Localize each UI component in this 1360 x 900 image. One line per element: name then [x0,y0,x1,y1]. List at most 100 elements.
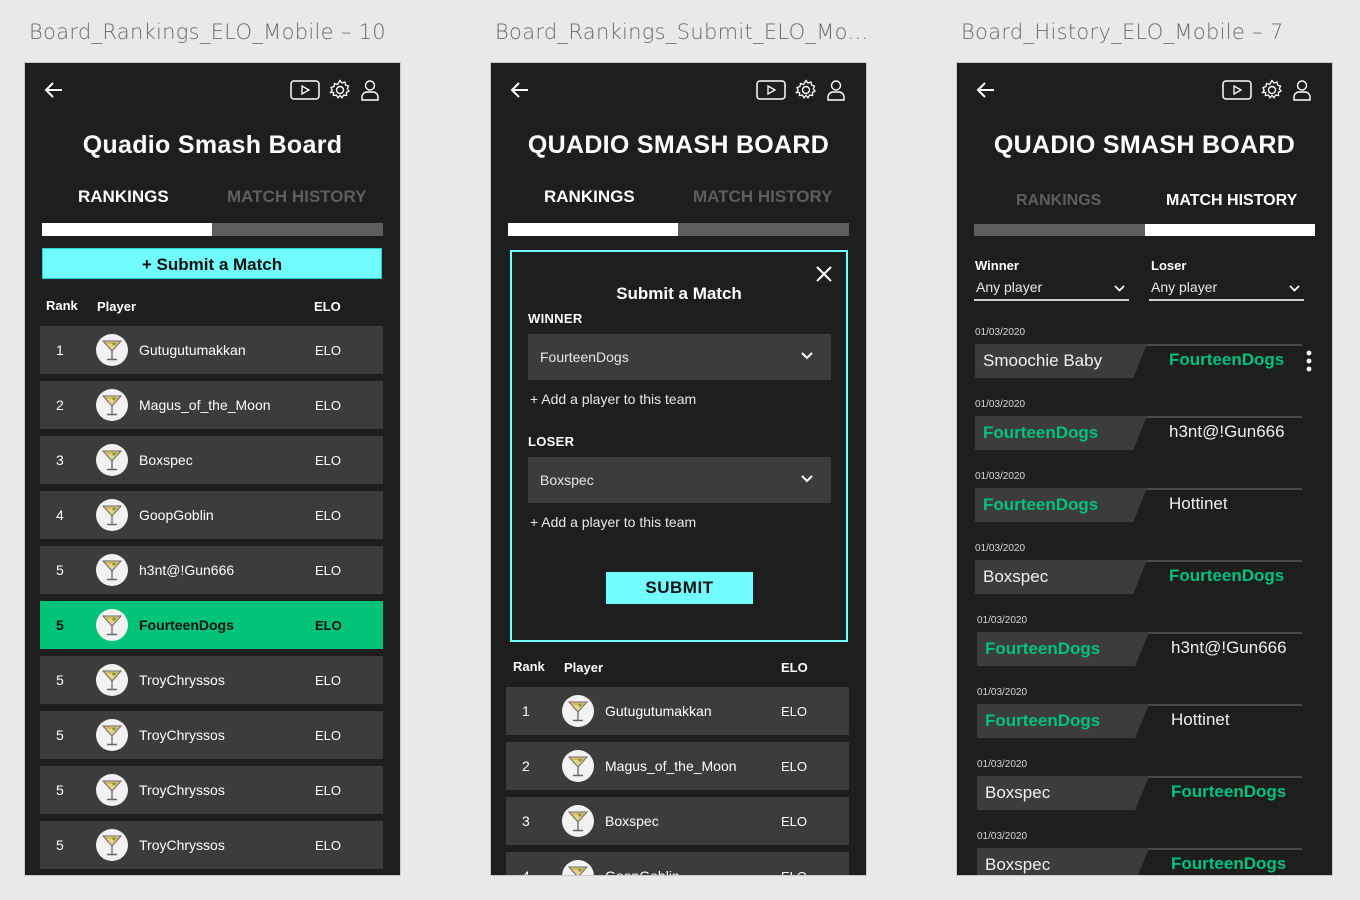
ranking-row[interactable]: 5 TroyChryssos ELO [40,711,383,759]
gear-icon[interactable] [1261,79,1283,101]
match-row[interactable]: FourteenDogs h3nt@!Gun666 [975,416,1302,450]
app-title: QUADIO SMASH BOARD [527,131,830,159]
chevron-down-icon [801,475,813,483]
user-icon[interactable] [360,79,380,101]
add-loser-player-link[interactable]: + Add a player to this team [530,514,696,530]
winner-select[interactable]: FourteenDogs [528,334,831,380]
elo-value: ELO [315,838,342,853]
gear-icon[interactable] [795,79,817,101]
player-name: TroyChryssos [139,837,225,853]
player-name: GoopGoblin [139,507,214,523]
elo-value: ELO [315,563,342,578]
rank-value: 3 [56,452,64,468]
tab-match-history[interactable]: MATCH HISTORY [693,187,832,207]
match-right-player: FourteenDogs [1169,566,1285,585]
ranking-row[interactable]: 2 Magus_of_the_Moon ELO [506,742,849,790]
elo-value: ELO [781,869,807,875]
match-left-player: FourteenDogs [985,639,1101,658]
avatar [96,719,128,751]
loser-filter-select[interactable]: Any player [1149,279,1304,301]
rank-value: 5 [56,562,64,578]
match-row[interactable]: FourteenDogs h3nt@!Gun666 [977,632,1302,666]
match-date: 01/03/2020 [975,399,1026,410]
elo-value: ELO [315,783,342,798]
ranking-row[interactable]: 5 TroyChryssos ELO [40,766,383,814]
tab-rankings[interactable]: RANKINGS [78,187,169,207]
match-row[interactable]: Boxspec FourteenDogs [977,776,1302,810]
avatar [96,389,128,421]
elo-header: ELO [314,299,341,314]
match-right-player: h3nt@!Gun666 [1171,638,1287,657]
rank-value: 5 [56,672,64,688]
back-arrow-icon[interactable] [509,79,531,101]
match-history-screen: QUADIO SMASH BOARD RANKINGS MATCH HISTOR… [956,62,1333,876]
gear-icon[interactable] [329,79,351,101]
loser-select[interactable]: Boxspec [528,457,831,503]
match-date: 01/03/2020 [975,471,1026,482]
match-left-player: Boxspec [985,783,1051,802]
rankings-screen: Quadio Smash Board RANKINGS MATCH HISTOR… [24,62,401,876]
winner-filter-select[interactable]: Any player [974,279,1129,301]
avatar [96,334,128,366]
ranking-row[interactable]: 3 Boxspec ELO [40,436,383,484]
ranking-row[interactable]: 5 TroyChryssos ELO [40,821,383,869]
modal-title: Submit a Match [616,284,742,303]
add-winner-player-link[interactable]: + Add a player to this team [530,391,696,407]
back-arrow-icon[interactable] [975,79,997,101]
match-row[interactable]: Boxspec FourteenDogs [977,848,1302,875]
ranking-row[interactable]: 5 h3nt@!Gun666 ELO [40,546,383,594]
app-title: QUADIO SMASH BOARD [993,131,1296,159]
back-arrow-icon[interactable] [43,79,65,101]
video-icon[interactable] [290,80,320,100]
martini-icon [101,450,123,471]
elo-value: ELO [315,618,342,633]
rank-value: 5 [56,782,64,798]
ranking-row[interactable]: 3 Boxspec ELO [506,797,849,845]
more-vertical-icon[interactable] [1306,350,1312,372]
martini-icon [567,756,589,777]
ranking-row[interactable]: 4 GoopGoblin ELO [40,491,383,539]
martini-icon [101,835,123,856]
user-icon[interactable] [1292,79,1312,101]
chevron-down-icon [801,352,813,360]
artboard-title: Board_Rankings_Submit_ELO_Mo... [495,20,869,44]
chevron-down-icon [1114,285,1125,292]
artboard-title: Board_History_ELO_Mobile – 7 [961,20,1284,44]
user-icon[interactable] [826,79,846,101]
tab-match-history[interactable]: MATCH HISTORY [227,187,366,207]
ranking-row[interactable]: 4 GoopGoblin ELO [506,852,849,875]
martini-icon [567,701,589,722]
ranking-row[interactable]: 1 Gutugutumakkan ELO [506,687,849,735]
tab-rankings[interactable]: RANKINGS [1016,192,1101,210]
submit-button[interactable]: SUBMIT [606,572,753,604]
video-icon[interactable] [1222,80,1252,100]
match-date: 01/03/2020 [977,759,1028,770]
match-row[interactable]: Boxspec FourteenDogs [975,560,1302,594]
player-name: h3nt@!Gun666 [139,562,235,578]
submit-match-button[interactable]: + Submit a Match [42,248,382,279]
match-row[interactable]: FourteenDogs Hottinet [975,488,1302,522]
submit-screen: QUADIO SMASH BOARD RANKINGS MATCH HISTOR… [490,62,867,876]
match-date: 01/03/2020 [977,615,1028,626]
elo-value: ELO [315,508,342,523]
avatar [562,695,594,727]
match-row[interactable]: Smoochie Baby FourteenDogs [975,344,1312,378]
avatar [96,774,128,806]
winner-label: WINNER [528,311,583,326]
rank-value: 5 [56,617,64,633]
avatar [96,609,128,641]
ranking-row[interactable]: 2 Magus_of_the_Moon ELO [40,381,383,429]
video-icon[interactable] [756,80,786,100]
tab-rankings[interactable]: RANKINGS [544,187,635,207]
martini-icon [101,780,123,801]
ranking-row[interactable]: 5 FourteenDogs ELO [40,601,383,649]
match-date: 01/03/2020 [977,687,1028,698]
ranking-row[interactable]: 5 TroyChryssos ELO [40,656,383,704]
tab-match-history[interactable]: MATCH HISTORY [1166,192,1297,210]
match-date: 01/03/2020 [975,543,1026,554]
ranking-row[interactable]: 1 Gutugutumakkan ELO [40,326,383,374]
close-icon[interactable] [814,264,834,284]
match-right-player: FourteenDogs [1171,782,1287,801]
match-row[interactable]: FourteenDogs Hottinet [977,704,1302,738]
rank-value: 2 [56,397,64,413]
